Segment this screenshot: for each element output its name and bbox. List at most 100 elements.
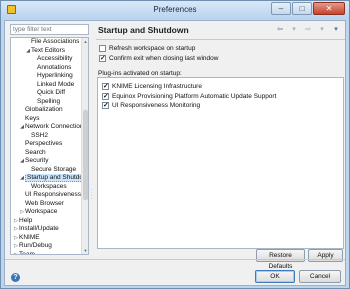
refresh-checkbox-box[interactable] [99, 45, 106, 52]
tree-item[interactable]: Search [11, 149, 83, 158]
tree-item-label: Globalization [25, 106, 63, 113]
apply-button[interactable]: Apply [308, 249, 343, 262]
header-divider [96, 39, 345, 40]
filter-input[interactable] [10, 24, 89, 35]
tree-item-label: Web Browser [25, 199, 64, 207]
tree-item-label: SSH2 [31, 131, 48, 139]
window-controls: – □ ✕ [271, 2, 345, 15]
tree-item[interactable]: ◢Security [11, 157, 83, 166]
tree-item[interactable]: Keys [11, 115, 83, 124]
footer-divider [5, 259, 345, 260]
confirm-exit-checkbox[interactable]: Confirm exit when closing last window [99, 54, 219, 62]
refresh-workspace-checkbox[interactable]: Refresh workspace on startup [99, 45, 195, 52]
help-icon[interactable]: ? [11, 273, 20, 282]
view-menu-icon[interactable]: ▾ [330, 25, 342, 33]
tree-item-label: Secure Storage [31, 165, 77, 173]
tree-item-label: UI Responsiveness Monitoring [25, 191, 83, 198]
plugin-item[interactable]: Equinox Provisioning Platform Automatic … [102, 92, 277, 100]
tree-item[interactable]: Workspaces [11, 183, 83, 192]
ok-button[interactable]: OK [255, 270, 295, 283]
tree-item[interactable]: ▷Workspace [11, 208, 83, 217]
plugin-item[interactable]: UI Responsiveness Monitoring [102, 101, 201, 109]
tree-item[interactable]: ◢Startup and Shutdown [11, 174, 83, 183]
plugin-label: UI Responsiveness Monitoring [112, 102, 201, 109]
tree-item[interactable]: Accessibility [11, 55, 83, 64]
plugin-label: KNIME Licensing Infrastructure [112, 83, 202, 90]
tree-item[interactable]: Quick Diff [11, 89, 83, 98]
tree-item-label: Hyperlinking [37, 72, 73, 79]
cancel-button[interactable]: Cancel [299, 270, 341, 283]
tree-item-label: Perspectives [25, 140, 63, 147]
tree-item[interactable]: UI Responsiveness Monitoring [11, 191, 83, 200]
tree-item-label: Network Connections [25, 123, 83, 130]
plugins-list: KNIME Licensing Infrastructure Equinox Pr… [97, 77, 344, 249]
tree-item[interactable]: ▷Team [11, 250, 83, 255]
tree-item-label: Annotations [37, 63, 72, 71]
tree-item-label: Linked Mode [37, 80, 75, 88]
plugin-label: Equinox Provisioning Platform Automatic … [112, 92, 277, 100]
plugin-checkbox[interactable] [102, 82, 109, 90]
tree-item[interactable]: ◢Text Editors [11, 47, 83, 56]
tree-item[interactable]: ▷Run/Debug [11, 242, 83, 251]
page-nav: ⇦ ▾ ⇨ ▾ ▾ [274, 25, 342, 33]
tree-item[interactable]: Spelling [11, 98, 83, 107]
scroll-down-icon[interactable]: ▼ [82, 247, 88, 254]
tree-item[interactable]: SSH2 [11, 132, 83, 141]
tree-item[interactable]: ▷Install/Update [11, 225, 83, 234]
tree-item-label: Accessibility [37, 55, 73, 62]
scroll-up-icon[interactable]: ▲ [82, 38, 88, 45]
tree-item-label: Quick Diff [37, 89, 66, 96]
splitter-handle[interactable]: · · · · [91, 188, 94, 203]
tree-item-label: Install/Update [19, 225, 59, 232]
back-icon[interactable]: ⇦ [274, 25, 286, 33]
plugin-checkbox[interactable] [102, 101, 109, 109]
tree-item[interactable]: Globalization [11, 106, 83, 115]
restore-defaults-button[interactable]: Restore Defaults [256, 249, 305, 270]
title-bar[interactable]: Preferences – □ ✕ [1, 1, 349, 19]
tree-item-label: Security [25, 157, 49, 164]
minimize-button[interactable]: – [271, 2, 291, 15]
refresh-checkbox-label: Refresh workspace on startup [109, 45, 196, 52]
plugin-item[interactable]: KNIME Licensing Infrastructure [102, 82, 202, 90]
maximize-button[interactable]: □ [292, 2, 312, 15]
tree-item-label: Text Editors [31, 46, 65, 54]
tree-item-label: Workspaces [31, 182, 67, 190]
close-button[interactable]: ✕ [313, 2, 345, 15]
tree-item[interactable]: Web Browser [11, 200, 83, 209]
tree-item-label: Team [19, 250, 35, 255]
tree-item[interactable]: Linked Mode [11, 81, 83, 90]
scroll-thumb[interactable] [83, 110, 88, 200]
plugins-label: Plug-ins activated on startup: [98, 70, 182, 77]
resize-grip-icon[interactable]: ⋰ [339, 278, 344, 284]
forward-icon[interactable]: ⇨ [302, 25, 314, 33]
tree-item[interactable]: Perspectives [11, 140, 83, 149]
tree-item-label: Search [25, 148, 46, 156]
tree-item-label: Run/Debug [19, 242, 52, 249]
tree-item[interactable]: Annotations [11, 64, 83, 73]
tree-scrollbar[interactable]: ▲ ▼ [81, 38, 88, 254]
tree-item-label: Help [19, 216, 33, 224]
back-menu-icon[interactable]: ▾ [288, 25, 300, 33]
page-header: Startup and Shutdown ⇦ ▾ ⇨ ▾ ▾ [96, 22, 344, 39]
forward-menu-icon[interactable]: ▾ [316, 25, 328, 33]
tree-item-label: Startup and Shutdown [25, 174, 83, 182]
tree-item[interactable]: ▷KNIME [11, 234, 83, 243]
confirm-checkbox-box[interactable] [99, 54, 106, 62]
tree-item[interactable]: Secure Storage [11, 166, 83, 175]
tree-item-label: File Associations [31, 38, 80, 45]
tree-item-label: KNIME [19, 233, 40, 241]
tree-item-label: Spelling [37, 97, 61, 105]
preferences-tree: File Associations ◢Text Editors Accessibil… [10, 37, 89, 255]
tree-item[interactable]: Hyperlinking [11, 72, 83, 81]
plugin-checkbox[interactable] [102, 92, 109, 100]
page-title: Startup and Shutdown [98, 25, 189, 35]
tree-item-label: Keys [25, 114, 40, 122]
tree-rows: File Associations ◢Text Editors Accessibil… [11, 38, 83, 255]
dialog-body: File Associations ◢Text EditorsAccessibil… [4, 20, 346, 286]
confirm-checkbox-label: Confirm exit when closing last window [109, 55, 219, 62]
tree-item-label: Workspace [25, 208, 58, 215]
preferences-window: Preferences – □ ✕ File Associations ◢Text… [0, 0, 350, 289]
tree-item[interactable]: ▷Help [11, 217, 83, 226]
tree-item[interactable]: ◢Network Connections [11, 123, 83, 132]
tree-item[interactable]: File Associations [11, 38, 83, 47]
